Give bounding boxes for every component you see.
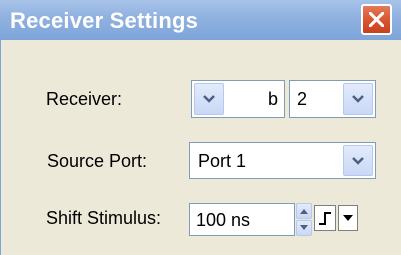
shift-stimulus-label: Shift Stimulus: — [46, 208, 162, 228]
source-port-select[interactable]: Port 1 — [189, 142, 376, 179]
close-button[interactable] — [361, 4, 392, 35]
step-icon — [319, 212, 331, 225]
panel-title: Receiver Settings — [10, 8, 199, 33]
chevron-down-icon — [203, 95, 215, 103]
spinner-up-button[interactable] — [296, 203, 312, 219]
receiver-primary-select[interactable]: b — [191, 80, 285, 118]
triangle-down-icon — [343, 215, 353, 221]
title-bar: Receiver Settings — [0, 0, 401, 40]
spinner-down-button[interactable] — [296, 220, 312, 236]
receiver-secondary-select[interactable]: 2 — [289, 80, 376, 118]
shift-stimulus-spinner[interactable] — [296, 203, 312, 236]
receiver-label: Receiver: — [46, 89, 123, 109]
receiver-primary-value: b — [267, 89, 278, 109]
source-port-value: Port 1 — [198, 151, 247, 171]
receiver-primary-dropdown-button[interactable] — [194, 83, 224, 115]
step-button[interactable] — [314, 205, 336, 231]
chevron-down-icon — [352, 95, 364, 103]
shift-stimulus-value: 100 ns — [196, 210, 251, 230]
step-menu-button[interactable] — [338, 205, 358, 231]
spinner-down-icon — [300, 225, 308, 230]
shift-stimulus-input[interactable]: 100 ns — [189, 203, 295, 236]
spinner-up-icon — [300, 209, 308, 214]
source-port-label: Source Port: — [47, 151, 148, 171]
source-port-dropdown-button[interactable] — [343, 145, 373, 176]
receiver-secondary-dropdown-button[interactable] — [343, 83, 373, 115]
chevron-down-icon — [352, 156, 364, 165]
receiver-secondary-value: 2 — [297, 89, 308, 109]
receiver-settings-panel: Receiver Settings Receiver: b 2 Source P… — [0, 0, 401, 255]
close-icon — [369, 12, 384, 27]
